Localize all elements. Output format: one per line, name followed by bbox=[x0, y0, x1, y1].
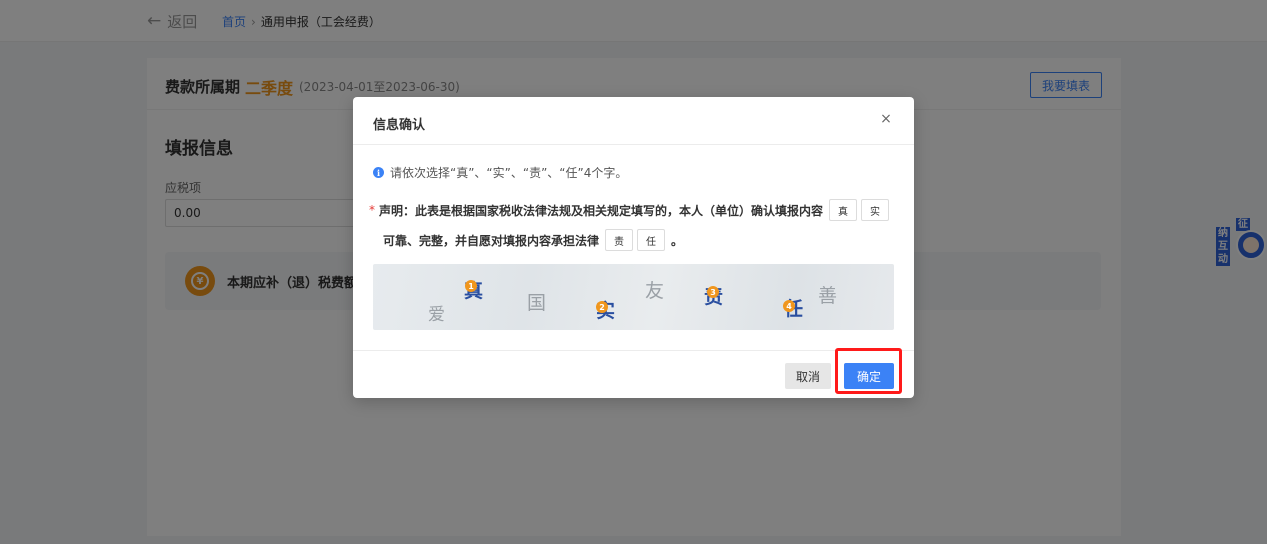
cancel-button[interactable]: 取消 bbox=[785, 363, 831, 389]
declaration-line-2: 可靠、完整，并自愿对填报内容承担法律 责 任 。 bbox=[383, 229, 683, 251]
declaration-line-1: * 声明：此表是根据国家税收法律法规及相关规定填写的，本人（单位）确认填报内容 … bbox=[369, 199, 890, 221]
answer-slot[interactable]: 责 bbox=[605, 229, 634, 251]
tip-text: 请依次选择“真”、“实”、“责”、“任”4个字。 bbox=[390, 166, 628, 180]
dialog-header: 信息确认 × bbox=[353, 97, 914, 145]
captcha-image[interactable]: 爱 真 国 实 友 责 任 善 1 2 3 4 bbox=[373, 264, 894, 330]
selection-mark: 2 bbox=[596, 301, 608, 313]
selection-mark: 4 bbox=[783, 300, 795, 312]
declaration-end: 。 bbox=[671, 233, 684, 248]
answer-slot[interactable]: 实 bbox=[861, 199, 890, 221]
captcha-char[interactable]: 爱 bbox=[428, 300, 445, 325]
dialog-footer: 取消 确定 bbox=[353, 350, 914, 398]
answer-slot[interactable]: 任 bbox=[637, 229, 666, 251]
tip-row: i 请依次选择“真”、“实”、“责”、“任”4个字。 bbox=[373, 164, 627, 181]
answer-slot[interactable]: 真 bbox=[829, 199, 858, 221]
selection-mark: 3 bbox=[707, 286, 719, 298]
close-icon[interactable]: × bbox=[877, 110, 895, 128]
declaration-text-2: 可靠、完整，并自愿对填报内容承担法律 bbox=[383, 233, 600, 248]
declaration-text-1: 声明：此表是根据国家税收法律法规及相关规定填写的，本人（单位）确认填报内容 bbox=[379, 203, 824, 218]
confirm-dialog: 信息确认 × i 请依次选择“真”、“实”、“责”、“任”4个字。 * 声明：此… bbox=[353, 97, 914, 398]
captcha-char[interactable]: 友 bbox=[645, 276, 664, 303]
confirm-button[interactable]: 确定 bbox=[844, 363, 894, 389]
required-mark: * bbox=[369, 203, 375, 217]
selection-mark: 1 bbox=[465, 280, 477, 292]
captcha-char[interactable]: 国 bbox=[527, 288, 546, 315]
captcha-char[interactable]: 善 bbox=[818, 281, 837, 308]
info-icon: i bbox=[373, 167, 384, 178]
dialog-title: 信息确认 bbox=[373, 118, 426, 133]
